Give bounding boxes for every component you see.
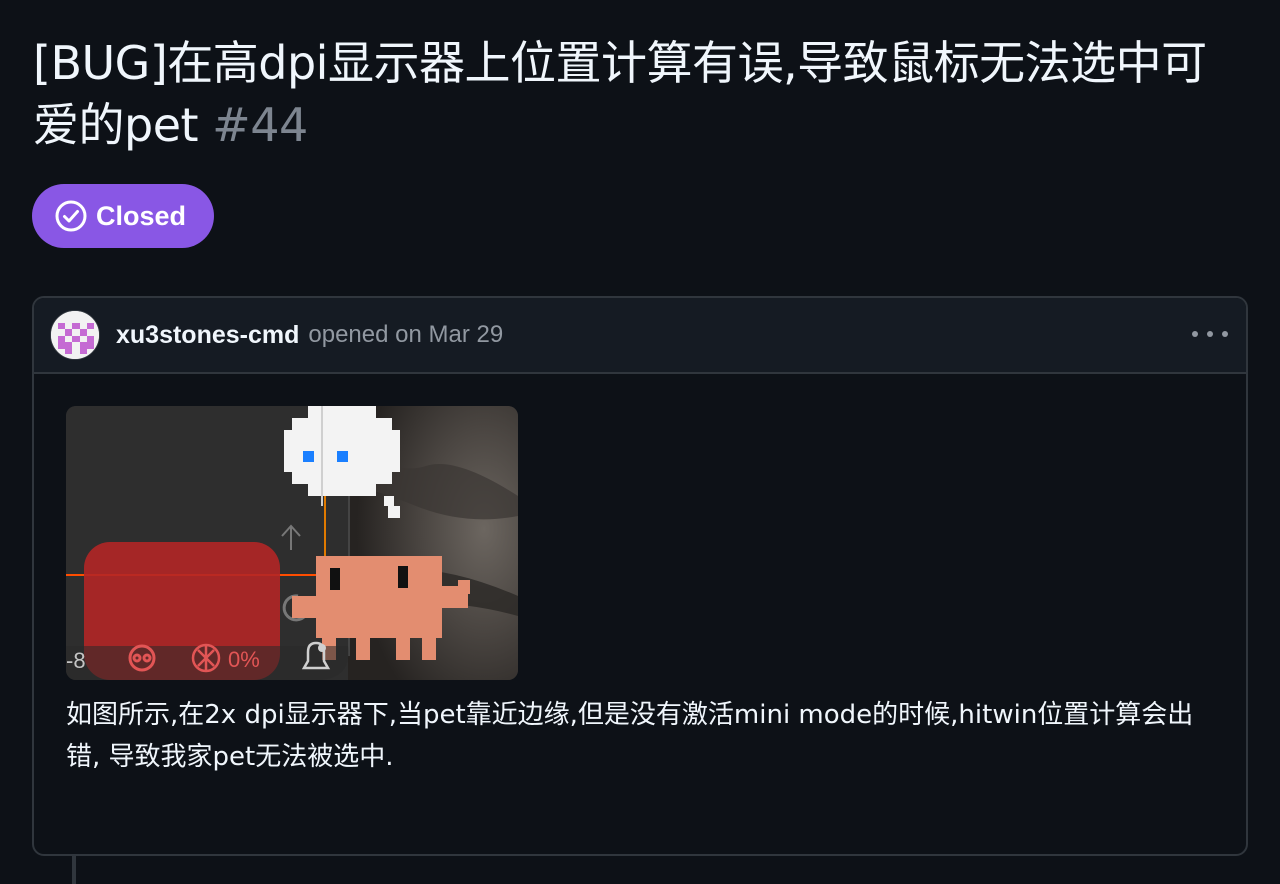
taskbar-left-text: -8 — [66, 648, 86, 673]
issue-state-label: Closed — [96, 200, 187, 231]
taskbar-percent-text: 0% — [228, 647, 260, 672]
issue-title-text: [BUG]在高dpi显示器上位置计算有误,导致鼠标无法选中可爱的pet — [33, 36, 1207, 152]
comment-header: xu3stones-cmd opened on Mar 29 — [34, 298, 1246, 374]
author-avatar[interactable] — [50, 310, 100, 360]
comment-meta[interactable]: opened on Mar 29 — [308, 321, 503, 349]
issue-page: [BUG]在高dpi显示器上位置计算有误,导致鼠标无法选中可爱的pet #44 … — [0, 0, 1280, 884]
kebab-dot — [1222, 331, 1228, 337]
issue-comment: xu3stones-cmd opened on Mar 29 -8 0% 如图所… — [32, 296, 1248, 856]
check-circle-icon — [54, 199, 88, 233]
issue-state-badge: Closed — [32, 184, 214, 248]
issue-number: #44 — [212, 98, 308, 152]
issue-title: [BUG]在高dpi显示器上位置计算有误,导致鼠标无法选中可爱的pet #44 — [33, 32, 1233, 156]
kebab-horizontal-icon[interactable] — [1192, 322, 1228, 346]
kebab-dot — [1207, 331, 1213, 337]
comment-author[interactable]: xu3stones-cmd — [116, 321, 299, 350]
comment-body: -8 0% 如图所示,在2x dpi显示器下,当pet靠近边缘,但是没有激活mi… — [34, 374, 1246, 778]
timeline-connector — [72, 856, 76, 884]
kebab-dot — [1192, 331, 1198, 337]
comment-body-text: 如图所示,在2x dpi显示器下,当pet靠近边缘,但是没有激活mini mod… — [66, 700, 1194, 772]
attached-screenshot[interactable]: -8 0% — [66, 406, 518, 680]
